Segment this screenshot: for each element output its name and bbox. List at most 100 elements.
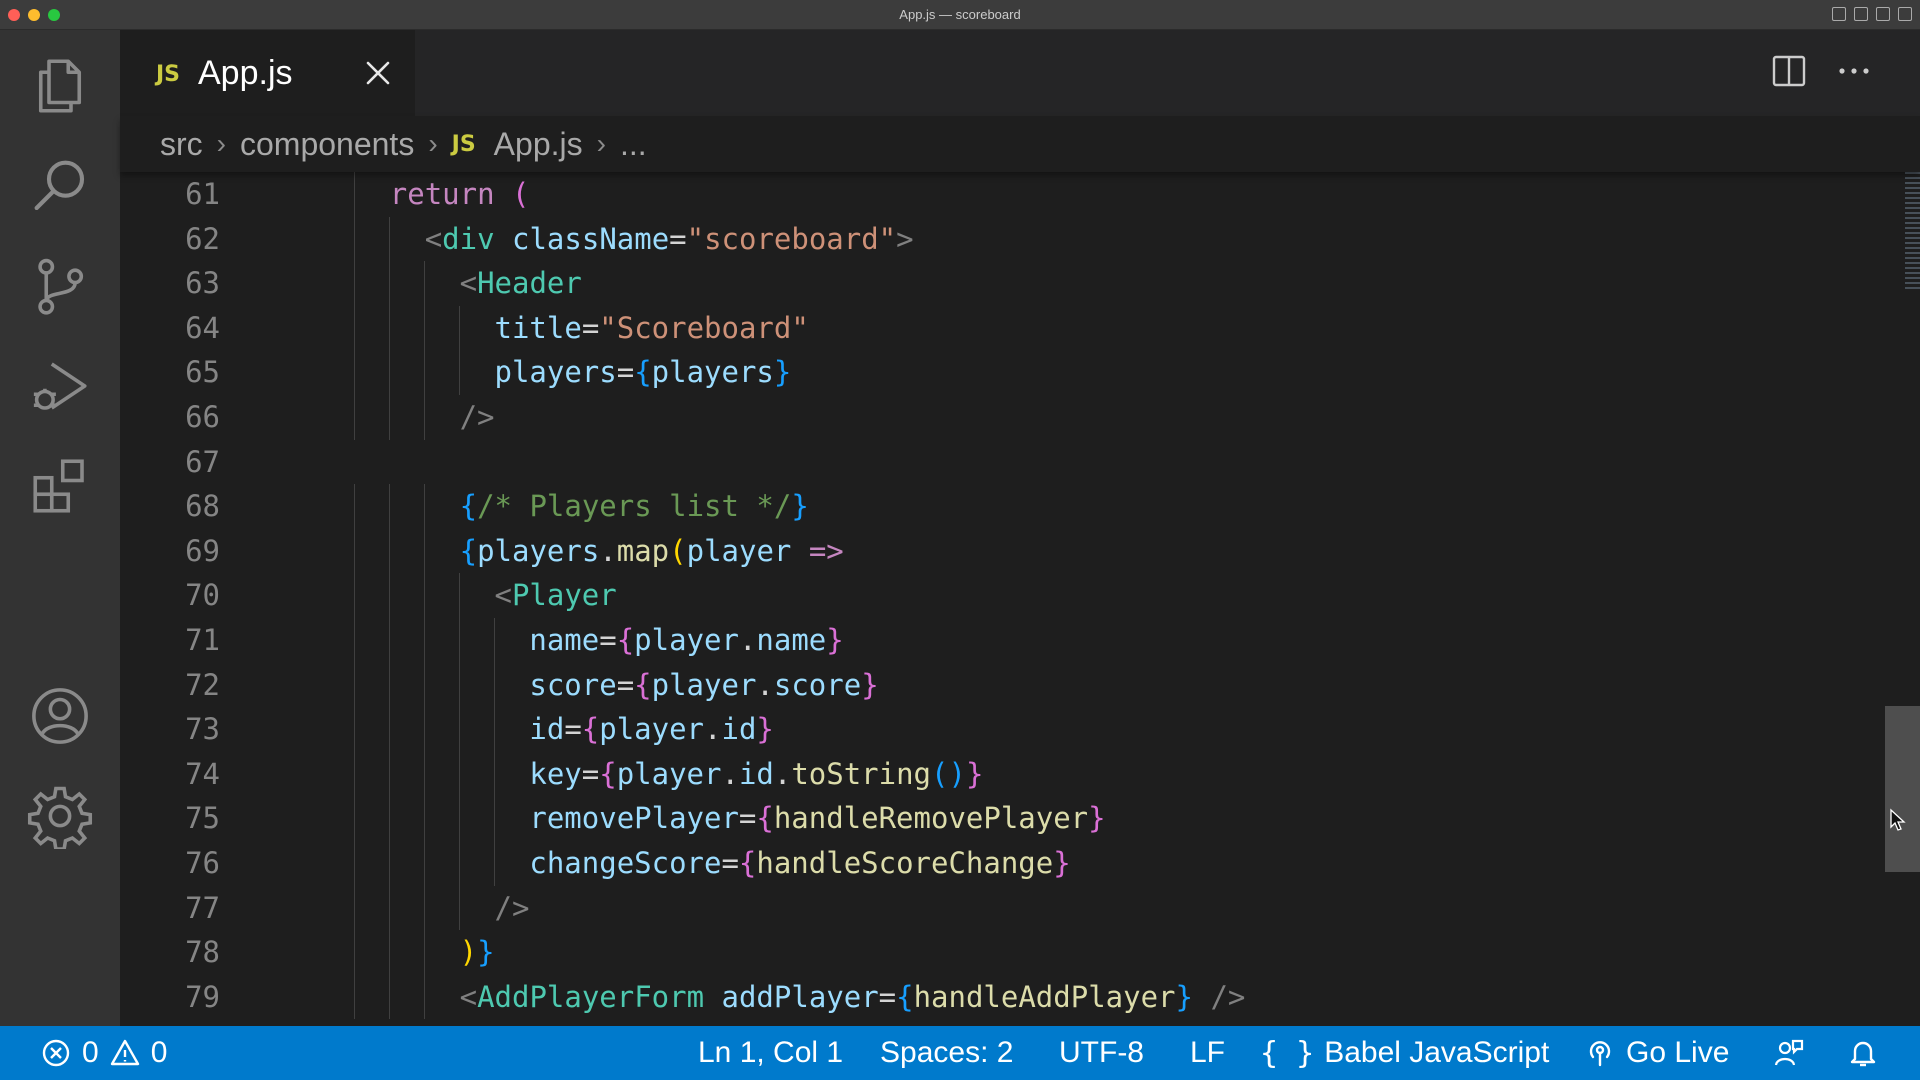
- warning-icon: [110, 1039, 139, 1066]
- code-text: {/* Players list */}: [460, 484, 809, 529]
- code-token: =: [878, 979, 897, 1014]
- code-token: {: [756, 801, 774, 836]
- code-editor[interactable]: 61 return (62 <div className="scoreboard">…: [120, 172, 1920, 1026]
- code-line[interactable]: 71 name={player.name}: [120, 618, 1800, 663]
- encoding-setting[interactable]: UTF-8: [1059, 1026, 1144, 1080]
- code-token: }: [1053, 846, 1071, 880]
- code-token: =: [599, 623, 617, 657]
- code-line[interactable]: 72 score={player.score}: [120, 662, 1800, 708]
- code-token: player: [599, 712, 705, 747]
- indent-guide: [388, 707, 390, 752]
- code-line[interactable]: 63 <Header: [120, 261, 1800, 306]
- code-token: .: [704, 712, 722, 747]
- feedback-button[interactable]: [1773, 1026, 1805, 1080]
- code-text: return (: [390, 172, 530, 217]
- chevron-right-icon: ›: [428, 128, 438, 159]
- code-line[interactable]: 65 players={players}: [120, 350, 1800, 395]
- split-editor-icon[interactable]: [1772, 54, 1806, 88]
- activity-extensions[interactable]: [24, 450, 96, 522]
- code-line[interactable]: 76 changeScore={handleScoreChange}: [120, 841, 1800, 886]
- line-number: 69: [185, 533, 220, 568]
- code-token: players: [477, 533, 600, 568]
- code-token: Player: [511, 578, 617, 613]
- code-line[interactable]: 75 removePlayer={handleRemovePlayer}: [120, 796, 1800, 841]
- indent-guide: [458, 662, 460, 708]
- line-number: 64: [185, 310, 220, 345]
- code-text: <Player: [495, 573, 617, 618]
- problems-indicator[interactable]: 0 0: [40, 1026, 167, 1080]
- toggle-panel-icon[interactable]: [1854, 7, 1868, 21]
- code-line[interactable]: 69 {players.map(player =>: [120, 528, 1800, 574]
- indent-guide: [388, 751, 390, 797]
- code-token: }: [826, 623, 844, 657]
- code-line[interactable]: 70 <Player: [120, 573, 1800, 618]
- activity-explorer[interactable]: [24, 50, 96, 122]
- indentation-setting[interactable]: Spaces: 2: [880, 1026, 1013, 1080]
- code-line[interactable]: 74 key={player.id.toString()}: [120, 751, 1800, 797]
- activity-manage[interactable]: [24, 780, 96, 852]
- code-text: removePlayer={handleRemovePlayer}: [529, 796, 1105, 841]
- code-token: name: [529, 623, 600, 657]
- code-line[interactable]: 66 />: [120, 395, 1800, 440]
- activity-accounts[interactable]: [24, 680, 96, 752]
- code-token: }: [1175, 979, 1193, 1014]
- indent-guide: [493, 707, 495, 752]
- customize-layout-icon[interactable]: [1898, 7, 1912, 21]
- code-token: ): [459, 935, 478, 970]
- line-number: 72: [185, 667, 220, 702]
- breadcrumb-symbols[interactable]: ...: [620, 126, 647, 163]
- indent-guide: [388, 573, 390, 618]
- tab-app-js[interactable]: JS App.js: [120, 30, 415, 116]
- breadcrumb-file[interactable]: App.js: [494, 126, 583, 163]
- code-token: "Scoreboard": [599, 310, 809, 345]
- more-actions-icon[interactable]: [1836, 54, 1872, 88]
- code-line[interactable]: 67: [120, 440, 1800, 485]
- indent-guide: [493, 841, 495, 886]
- activity-search[interactable]: [24, 150, 96, 222]
- breadcrumb-components[interactable]: components: [240, 126, 414, 163]
- code-text: id={player.id}: [529, 707, 773, 752]
- vertical-scrollbar[interactable]: [1885, 172, 1920, 1026]
- indent-guide: [388, 484, 390, 529]
- go-live-button[interactable]: Go Live: [1584, 1026, 1729, 1080]
- code-line[interactable]: 73 id={player.id}: [120, 707, 1800, 752]
- code-text: />: [460, 395, 495, 440]
- code-token: {: [599, 756, 617, 791]
- code-line[interactable]: 78)}: [120, 930, 1800, 975]
- code-line[interactable]: 61 return (: [120, 172, 1800, 217]
- toggle-sidebar-icon[interactable]: [1832, 7, 1846, 21]
- indent-guide: [353, 841, 355, 886]
- code-line[interactable]: 68 {/* Players list */}: [120, 484, 1800, 529]
- code-token: score: [529, 667, 617, 702]
- code-line[interactable]: 62 <div className="scoreboard">: [120, 216, 1800, 262]
- code-token: addPlayer: [721, 979, 879, 1014]
- indent-guide: [423, 350, 425, 395]
- window-title: App.js — scoreboard: [899, 7, 1021, 22]
- toggle-secondary-sidebar-icon[interactable]: [1876, 7, 1890, 21]
- activity-run-debug[interactable]: [24, 350, 96, 422]
- line-number: 79: [185, 979, 220, 1014]
- language-mode[interactable]: { } Babel JavaScript: [1260, 1026, 1549, 1080]
- close-icon[interactable]: [363, 58, 393, 88]
- indent-guide: [458, 350, 460, 395]
- indent-guide: [388, 618, 390, 663]
- code-line[interactable]: 77 />: [120, 885, 1800, 931]
- indent-guide: [353, 528, 355, 574]
- code-token: {: [459, 489, 478, 524]
- code-line[interactable]: 79 <AddPlayerForm addPlayer={handleAddPla…: [120, 974, 1800, 1020]
- notifications-button[interactable]: [1847, 1026, 1879, 1080]
- eol-setting[interactable]: LF: [1190, 1026, 1225, 1080]
- activity-source-control[interactable]: [24, 250, 96, 322]
- cursor-position[interactable]: Ln 1, Col 1: [698, 1026, 843, 1080]
- indent-guide: [423, 484, 425, 529]
- scrollbar-thumb[interactable]: [1885, 706, 1920, 872]
- indent-guide: [388, 885, 390, 931]
- warning-count: 0: [150, 1036, 168, 1069]
- code-token: <: [459, 979, 478, 1014]
- code-line[interactable]: 64 title="Scoreboard": [120, 305, 1800, 351]
- breadcrumb-src[interactable]: src: [160, 126, 203, 163]
- code-token: />: [494, 890, 530, 925]
- indent-guide: [353, 618, 355, 663]
